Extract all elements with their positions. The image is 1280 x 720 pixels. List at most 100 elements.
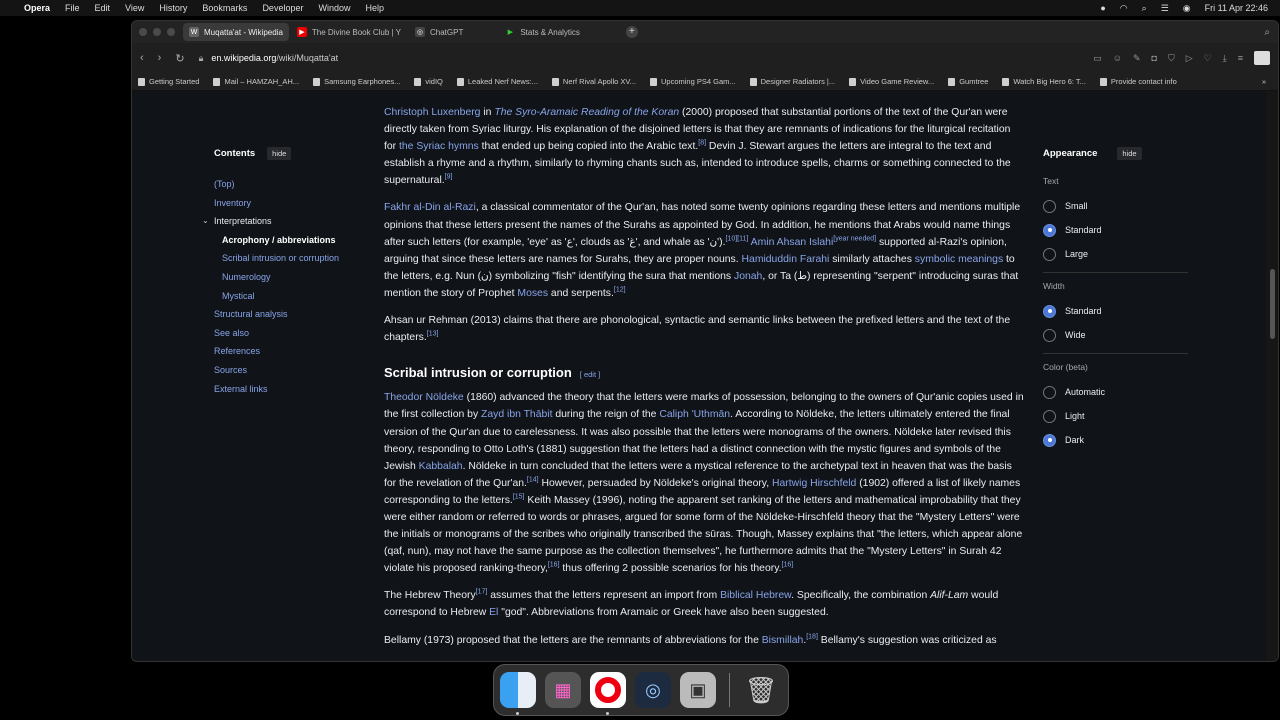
article-link[interactable]: Caliph 'Uthmān (659, 409, 730, 420)
article-link[interactable]: The Syro-Aramaic Reading of the Koran (494, 107, 679, 118)
preview-icon[interactable]: ▣ (680, 672, 716, 708)
reader-icon[interactable]: ▭ (1093, 53, 1102, 64)
toc-hide-button[interactable]: hide (267, 147, 292, 160)
citation-link[interactable]: [16] (782, 562, 794, 569)
avatar[interactable] (1254, 51, 1270, 65)
article-link[interactable]: Bismillah (762, 635, 804, 646)
article-link[interactable]: symbolic meanings (915, 254, 1003, 265)
toc-item[interactable]: (Top) (214, 175, 374, 194)
scrollbar-thumb[interactable] (1270, 269, 1275, 339)
radio-button[interactable] (1043, 199, 1056, 213)
menu-icon[interactable]: ≡ (1238, 53, 1243, 63)
toc-item[interactable]: Inventory (214, 194, 374, 213)
tab-wikipedia[interactable]: W Muqatta'at - Wikipedia (183, 23, 289, 41)
bookmarks-overflow-icon[interactable]: » (1262, 77, 1266, 86)
article-link[interactable]: El (489, 607, 498, 618)
article-link[interactable]: Christoph Luxenberg (384, 107, 480, 118)
radio-option[interactable]: Standard (1043, 299, 1188, 323)
toc-item[interactable]: External links (214, 380, 374, 399)
radio-option[interactable]: Automatic (1043, 380, 1188, 404)
tab-search-icon[interactable]: ⌕ (1264, 27, 1270, 38)
citation-link[interactable]: [10][11] (725, 235, 748, 242)
emoji-icon[interactable]: ☺ (1113, 53, 1122, 63)
citation-link[interactable]: [15] (513, 493, 525, 500)
forward-icon[interactable]: › (158, 52, 162, 64)
citation-link[interactable]: [13] (427, 331, 439, 338)
trash-icon[interactable]: 🗑︎ (743, 672, 779, 708)
tab-chatgpt[interactable]: ◎ ChatGPT (409, 23, 469, 41)
toc-item[interactable]: ⌄ Interpretations (202, 212, 374, 231)
search-icon[interactable]: ⌕ (1142, 3, 1147, 14)
shield-icon[interactable]: ⛉ (1168, 53, 1175, 64)
article-link[interactable]: Biblical Hebrew (720, 590, 791, 601)
player-icon[interactable]: ▷ (1186, 53, 1193, 64)
reload-icon[interactable]: ↻ (175, 52, 184, 65)
quicktime-icon[interactable]: ◎ (635, 672, 671, 708)
article-link[interactable]: Moses (517, 288, 548, 299)
bookmark-item[interactable]: vidIQ (414, 77, 443, 86)
radio-option[interactable]: Small (1043, 194, 1188, 218)
menu-view[interactable]: View (125, 3, 144, 13)
appearance-hide-button[interactable]: hide (1117, 147, 1142, 160)
article-link[interactable]: Theodor Nöldeke (384, 392, 464, 403)
citation-link[interactable]: [14] (527, 476, 539, 483)
lock-icon[interactable]: 🔒︎ (199, 53, 204, 64)
menu-bookmarks[interactable]: Bookmarks (202, 3, 247, 13)
radio-option[interactable]: Light (1043, 404, 1188, 428)
menu-file[interactable]: File (65, 3, 80, 13)
radio-option[interactable]: Standard (1043, 218, 1188, 242)
bookmark-item[interactable]: Nerf Rival Apollo XV... (551, 77, 636, 86)
menu-window[interactable]: Window (318, 3, 350, 13)
edit-icon[interactable]: ✎ (1133, 53, 1141, 64)
toc-item[interactable]: Structural analysis (214, 305, 374, 324)
bookmark-item[interactable]: Designer Radiators |... (749, 77, 835, 86)
heart-icon[interactable]: ♡ (1204, 53, 1212, 64)
citation-link[interactable]: [9] (445, 174, 453, 181)
article-link[interactable]: Jonah (734, 271, 762, 282)
article-link[interactable]: Fakhr al-Din al-Razi (384, 202, 476, 213)
toc-item[interactable]: References (214, 342, 374, 361)
toc-item[interactable]: Numerology (214, 268, 374, 287)
wifi-icon[interactable]: ◠ (1120, 3, 1128, 14)
radio-option[interactable]: Wide (1043, 323, 1188, 347)
bookmark-item[interactable]: Getting Started (138, 77, 199, 86)
minimize-window-button[interactable] (153, 28, 161, 36)
clock[interactable]: Fri 11 Apr 22:46 (1205, 3, 1268, 13)
citation-link[interactable]: [year needed] (833, 235, 876, 242)
chevron-down-icon[interactable]: ⌄ (202, 212, 209, 231)
url-field[interactable]: en.wikipedia.org/wiki/Muqatta'at (211, 53, 338, 63)
article-link[interactable]: Hartwig Hirschfeld (772, 478, 856, 489)
bookmark-item[interactable]: Samsung Earphones... (313, 77, 400, 86)
camera-icon[interactable]: ◘ (1152, 53, 1157, 63)
radio-button[interactable] (1043, 385, 1056, 399)
opera-icon[interactable] (590, 672, 626, 715)
article-link[interactable]: Kabbalah (419, 461, 463, 472)
page-scrollbar[interactable] (1266, 91, 1278, 661)
menu-app[interactable]: Opera (24, 3, 50, 13)
article-link[interactable]: Amin Ahsan Islahi (751, 237, 834, 248)
article-link[interactable]: Zayd ibn Thābit (481, 409, 552, 420)
record-icon[interactable]: ● (1100, 3, 1105, 13)
toc-item[interactable]: Scribal intrusion or corruption (214, 249, 374, 268)
radio-button[interactable] (1043, 328, 1056, 342)
bookmark-item[interactable]: Upcoming PS4 Gam... (650, 77, 736, 86)
menu-developer[interactable]: Developer (262, 3, 303, 13)
article-link[interactable]: Hamiduddin Farahi (742, 254, 830, 265)
citation-link[interactable]: [17] (476, 589, 488, 596)
toc-item[interactable]: Sources (214, 361, 374, 380)
toc-item[interactable]: See also (214, 324, 374, 343)
bookmark-item[interactable]: Video Game Review... (849, 77, 934, 86)
siri-icon[interactable]: ◉ (1183, 3, 1191, 14)
finder-icon[interactable] (500, 672, 536, 715)
edit-link[interactable]: [ edit ] (580, 366, 600, 383)
citation-link[interactable]: [18] (806, 633, 818, 640)
bookmark-item[interactable]: Mail – HAMZAH_AH... (213, 77, 299, 86)
citation-link[interactable]: [8] (698, 140, 706, 147)
launchpad-icon[interactable]: ▦ (545, 672, 581, 708)
radio-button[interactable] (1043, 433, 1056, 447)
bookmark-item[interactable]: Gumtree (948, 77, 988, 86)
toc-item[interactable]: Mystical (214, 287, 374, 306)
download-icon[interactable]: ⤓ (1223, 53, 1227, 64)
radio-button[interactable] (1043, 304, 1056, 318)
back-icon[interactable]: ‹ (140, 52, 144, 64)
